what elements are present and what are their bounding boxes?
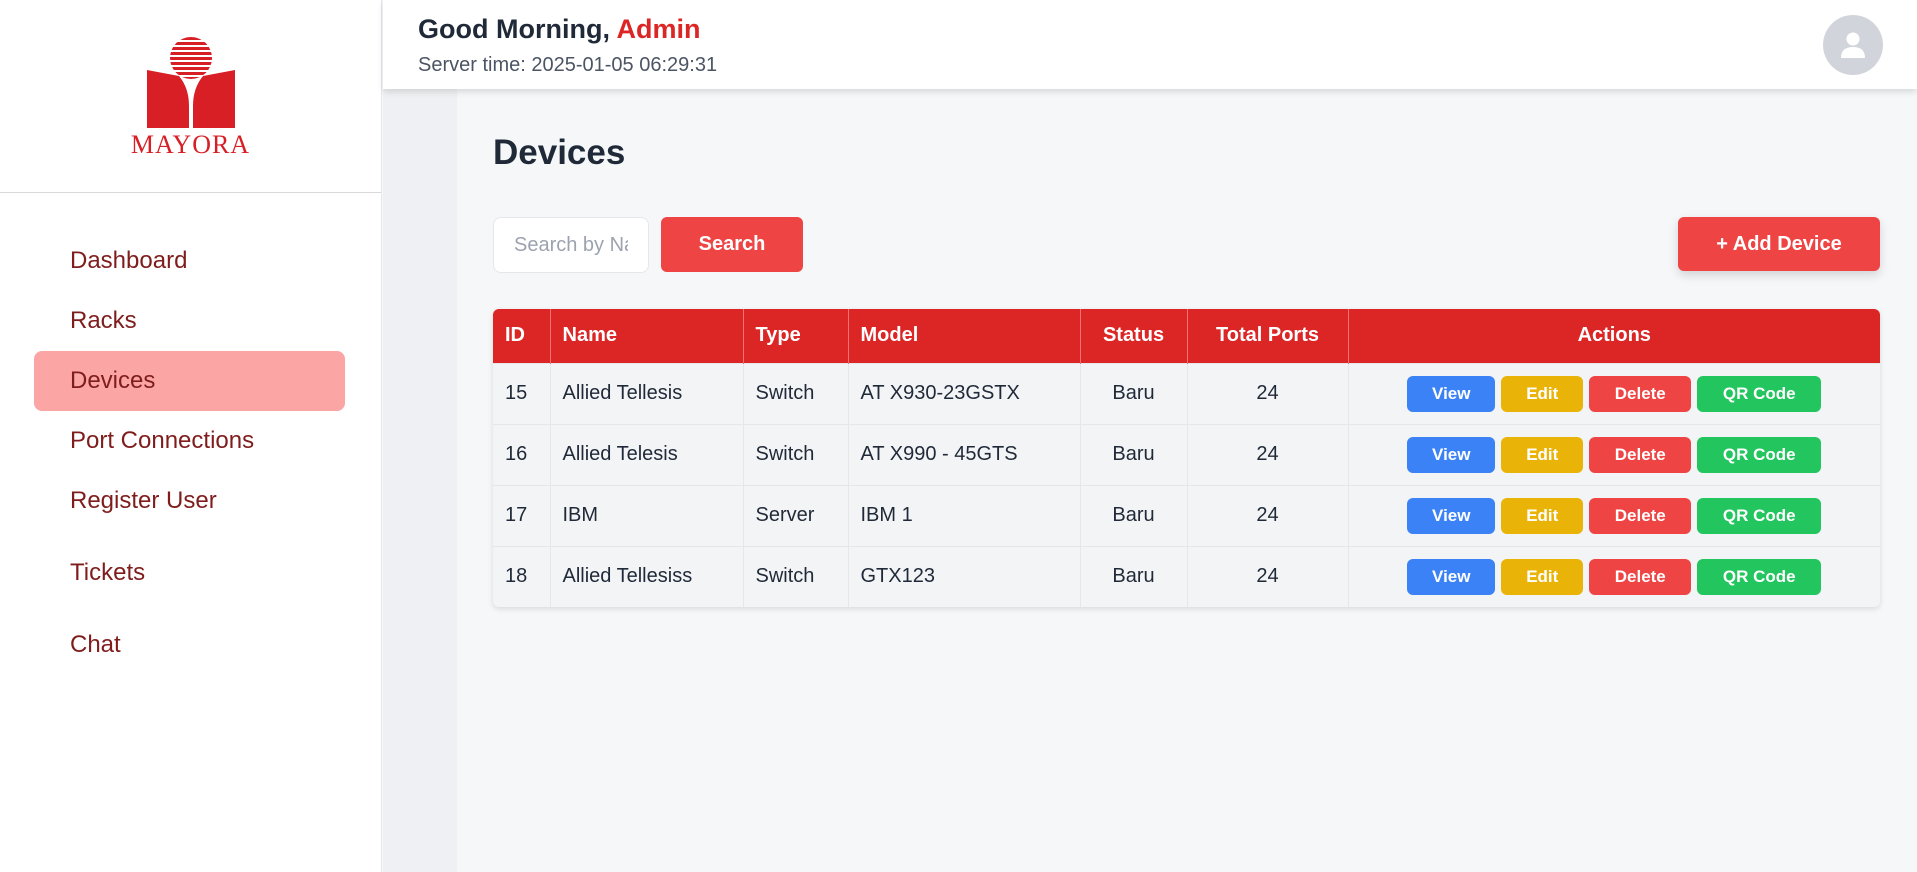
cell-model: GTX123	[848, 545, 1081, 607]
cell-type: Switch	[743, 423, 849, 485]
main-content: Devices Search + Add Device ID Name Type…	[457, 89, 1917, 872]
user-icon	[1841, 32, 1865, 58]
mayora-logo-icon	[146, 37, 235, 128]
search-input[interactable]	[493, 217, 649, 273]
avatar[interactable]	[1823, 15, 1883, 75]
cell-name: Allied Telesis	[550, 423, 744, 485]
brand-logo[interactable]: MAYORA	[0, 0, 381, 193]
cell-id: 16	[493, 423, 551, 485]
table-row: 17 IBM Server IBM 1 Baru 24 View Edit De…	[493, 484, 1880, 546]
greeting: Good Morning, Admin	[418, 14, 700, 45]
delete-button[interactable]: Delete	[1589, 558, 1692, 595]
view-button[interactable]: View	[1407, 497, 1496, 534]
cell-model: AT X930-23GSTX	[848, 362, 1081, 424]
cell-actions: View Edit Delete QR Code	[1348, 362, 1880, 424]
server-time: Server time: 2025-01-05 06:29:31	[418, 54, 718, 76]
sidebar-item-port-connections[interactable]: Port Connections	[34, 411, 345, 471]
cell-actions: View Edit Delete QR Code	[1348, 423, 1880, 485]
greeting-user: Admin	[616, 14, 701, 44]
cell-id: 15	[493, 362, 551, 424]
column-header-id[interactable]: ID	[493, 309, 551, 363]
qr-code-button[interactable]: QR Code	[1697, 375, 1822, 412]
column-header-status[interactable]: Status	[1080, 309, 1188, 363]
cell-total-ports: 24	[1187, 484, 1349, 546]
edit-button[interactable]: Edit	[1501, 497, 1584, 534]
brand-name: MAYORA	[130, 130, 251, 159]
delete-button[interactable]: Delete	[1589, 436, 1692, 473]
view-button[interactable]: View	[1407, 558, 1496, 595]
cell-status: Baru	[1080, 423, 1188, 485]
page-title: Devices	[493, 133, 626, 172]
cell-name: Allied Tellesis	[550, 362, 744, 424]
cell-model: IBM 1	[848, 484, 1081, 546]
cell-type: Switch	[743, 545, 849, 607]
column-header-total-ports[interactable]: Total Ports	[1187, 309, 1349, 363]
column-header-type[interactable]: Type	[743, 309, 849, 363]
column-header-model[interactable]: Model	[848, 309, 1081, 363]
devices-table: ID Name Type Model Status Total Ports Ac…	[493, 309, 1880, 607]
edit-button[interactable]: Edit	[1501, 558, 1584, 595]
top-header: Good Morning, Admin Server time: 2025-01…	[383, 0, 1917, 89]
view-button[interactable]: View	[1407, 375, 1496, 412]
cell-type: Server	[743, 484, 849, 546]
cell-actions: View Edit Delete QR Code	[1348, 484, 1880, 546]
delete-button[interactable]: Delete	[1589, 375, 1692, 412]
qr-code-button[interactable]: QR Code	[1697, 558, 1822, 595]
sidebar-nav: Dashboard Racks Devices Port Connections…	[0, 193, 381, 675]
sidebar: MAYORA Dashboard Racks Devices Port Conn…	[0, 0, 382, 872]
sidebar-item-tickets[interactable]: Tickets	[34, 543, 345, 603]
edit-button[interactable]: Edit	[1501, 375, 1584, 412]
content-gutter	[383, 89, 457, 872]
cell-total-ports: 24	[1187, 423, 1349, 485]
column-header-name[interactable]: Name	[550, 309, 744, 363]
view-button[interactable]: View	[1407, 436, 1496, 473]
delete-button[interactable]: Delete	[1589, 497, 1692, 534]
cell-model: AT X990 - 45GTS	[848, 423, 1081, 485]
table-row: 16 Allied Telesis Switch AT X990 - 45GTS…	[493, 423, 1880, 485]
qr-code-button[interactable]: QR Code	[1697, 497, 1822, 534]
add-device-button[interactable]: + Add Device	[1678, 217, 1880, 271]
cell-name: IBM	[550, 484, 744, 546]
qr-code-button[interactable]: QR Code	[1697, 436, 1822, 473]
table-header-row: ID Name Type Model Status Total Ports Ac…	[493, 309, 1880, 363]
cell-total-ports: 24	[1187, 545, 1349, 607]
cell-status: Baru	[1080, 545, 1188, 607]
cell-actions: View Edit Delete QR Code	[1348, 545, 1880, 607]
cell-type: Switch	[743, 362, 849, 424]
greeting-text: Good Morning,	[418, 14, 610, 44]
cell-id: 17	[493, 484, 551, 546]
table-row: 15 Allied Tellesis Switch AT X930-23GSTX…	[493, 362, 1880, 424]
sidebar-item-devices[interactable]: Devices	[34, 351, 345, 411]
cell-id: 18	[493, 545, 551, 607]
cell-status: Baru	[1080, 484, 1188, 546]
sidebar-item-register-user[interactable]: Register User	[34, 471, 345, 531]
sidebar-item-chat[interactable]: Chat	[34, 615, 345, 675]
table-row: 18 Allied Tellesiss Switch GTX123 Baru 2…	[493, 545, 1880, 607]
edit-button[interactable]: Edit	[1501, 436, 1584, 473]
cell-status: Baru	[1080, 362, 1188, 424]
cell-name: Allied Tellesiss	[550, 545, 744, 607]
search-button[interactable]: Search	[661, 217, 803, 272]
sidebar-item-racks[interactable]: Racks	[34, 291, 345, 351]
cell-total-ports: 24	[1187, 362, 1349, 424]
sidebar-item-dashboard[interactable]: Dashboard	[34, 231, 345, 291]
column-header-actions: Actions	[1348, 309, 1880, 363]
